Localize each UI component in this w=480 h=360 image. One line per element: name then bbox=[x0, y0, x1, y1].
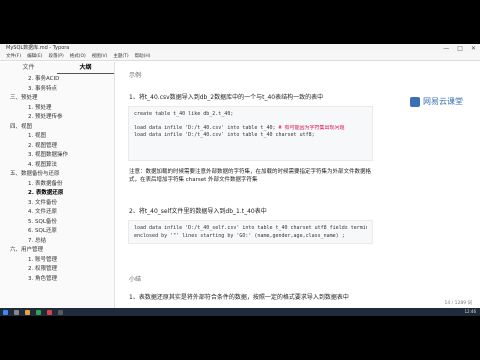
logo-text: 网易云课堂 bbox=[423, 97, 463, 106]
logo-icon bbox=[410, 96, 420, 107]
menu-file[interactable]: 文件(F) bbox=[6, 53, 21, 60]
outline-item[interactable]: 3. 视图数据操作 bbox=[0, 151, 114, 161]
menu-help[interactable]: 帮助(H) bbox=[135, 53, 151, 60]
netease-cloud-class-logo: 网易云课堂 bbox=[410, 96, 463, 107]
outline-item[interactable]: 1. 预处理 bbox=[0, 104, 114, 114]
outline-item[interactable]: 3. 角色管理 bbox=[0, 275, 114, 285]
outline-item[interactable]: 5. SQL备份 bbox=[0, 218, 114, 228]
outline-item[interactable]: 3. 文件备份 bbox=[0, 199, 114, 209]
letterbox-top bbox=[0, 0, 480, 44]
menu-bar: 文件(F) 编辑(E) 段落(P) 格式(O) 视图(V) 主题(T) 帮助(H… bbox=[0, 53, 480, 61]
menu-view[interactable]: 视图(V) bbox=[92, 53, 108, 60]
outline-item[interactable]: 2. 视图管理 bbox=[0, 142, 114, 152]
outline-item[interactable]: 五、数据备份与还原 bbox=[0, 170, 114, 180]
tab-files[interactable]: 文件 bbox=[0, 62, 57, 74]
outline-item[interactable]: 2. 表数据还原 bbox=[0, 189, 114, 199]
outline-list: 2. 事务ACID 3. 事务特点 三、预处理 1. 预处理 2. 预处理传参 四、视图 1… bbox=[0, 75, 114, 284]
app-icon[interactable] bbox=[47, 309, 52, 315]
menu-paragraph[interactable]: 段落(P) bbox=[48, 53, 63, 60]
code-line: load data infile 'D:/t_40.csv' into tabl… bbox=[134, 132, 315, 138]
tab-outline[interactable]: 大纲 bbox=[57, 62, 114, 74]
outline-item[interactable]: 7. 总结 bbox=[0, 237, 114, 247]
app-icon[interactable] bbox=[36, 309, 41, 315]
menu-format[interactable]: 格式(O) bbox=[70, 53, 86, 60]
code-block-1[interactable]: create table t_40 like db_2.t_40; load d… bbox=[128, 106, 373, 161]
title-bar: MySQL数据库.md - Typora — □ ✕ bbox=[0, 44, 480, 53]
summary-text: 1、表数据还原其实是将外部符合条件的数据，按照一定的格式要求导入到数据表中 bbox=[129, 294, 349, 301]
outline-item[interactable]: 2. 权限管理 bbox=[0, 265, 114, 275]
outline-item[interactable]: 4. 视图算法 bbox=[0, 161, 114, 171]
code-line: enclosed by '"' lines starting by 'GO:' … bbox=[134, 232, 345, 239]
menu-theme[interactable]: 主题(T) bbox=[113, 53, 128, 60]
maximize-button[interactable]: □ bbox=[457, 44, 463, 53]
section-example: 示例 bbox=[129, 72, 142, 79]
explorer-icon[interactable] bbox=[25, 309, 30, 315]
outline-item[interactable]: 1. 视图 bbox=[0, 132, 114, 142]
minimize-button[interactable]: — bbox=[443, 44, 449, 53]
sidebar: 文件 大纲 2. 事务ACID 3. 事务特点 三、预处理 1. 预处理 2. 预处理传… bbox=[0, 62, 115, 308]
system-clock: 12:46 bbox=[464, 309, 476, 314]
section-summary: 小结 bbox=[129, 276, 142, 283]
outline-item[interactable]: 三、预处理 bbox=[0, 94, 114, 104]
step-2-text: 2、将t_40_self文件里的数据导入到db_1.t_40表中 bbox=[129, 208, 267, 215]
code-comment: # 有可能因为字符集出现问题 bbox=[278, 124, 345, 131]
search-icon[interactable] bbox=[14, 309, 19, 315]
letterbox-bottom bbox=[0, 316, 480, 360]
start-icon[interactable] bbox=[3, 309, 8, 315]
typora-icon[interactable] bbox=[58, 309, 63, 315]
taskbar: 12:46 bbox=[0, 308, 480, 316]
code-line: create table t_40 like db_2.t_40; bbox=[134, 111, 234, 117]
outline-item[interactable]: 2. 预处理传参 bbox=[0, 113, 114, 123]
outline-item[interactable]: 3. 事务特点 bbox=[0, 85, 114, 95]
outline-item[interactable]: 2. 事务ACID bbox=[0, 75, 114, 85]
code-block-2[interactable]: load data infile 'D:/t_40_self.csv' into… bbox=[128, 220, 373, 244]
close-button[interactable]: ✕ bbox=[471, 44, 476, 53]
sidebar-tabs: 文件 大纲 bbox=[0, 62, 114, 74]
code-line: load data infile 'D:/t_40_self.csv' into… bbox=[134, 225, 367, 231]
window-title: MySQL数据库.md - Typora bbox=[6, 45, 70, 51]
outline-item[interactable]: 6. SQL还原 bbox=[0, 227, 114, 237]
code-text: load data infile 'D:/t_40.csv' into tabl… bbox=[134, 124, 276, 131]
typora-window: MySQL数据库.md - Typora — □ ✕ 文件(F) 编辑(E) 段… bbox=[0, 44, 480, 316]
window-controls: — □ ✕ bbox=[443, 44, 476, 53]
screen: MySQL数据库.md - Typora — □ ✕ 文件(F) 编辑(E) 段… bbox=[0, 0, 480, 360]
outline-item[interactable]: 四、视图 bbox=[0, 123, 114, 133]
outline-item[interactable]: 4. 文件还原 bbox=[0, 208, 114, 218]
outline-item[interactable]: 1. 表数据备份 bbox=[0, 180, 114, 190]
outline-item[interactable]: 1. 账号管理 bbox=[0, 256, 114, 266]
outline-item[interactable]: 六、用户管理 bbox=[0, 246, 114, 256]
code-line: load data infile 'D:/t_40.csv' into tabl… bbox=[134, 125, 367, 133]
word-count: 14 / 1289 词 bbox=[444, 301, 473, 306]
note-text: 注意：数据加载的时候需要注意外部数据的字符集，在加载的时候需要指定字符集为外部文… bbox=[129, 169, 372, 183]
menu-edit[interactable]: 编辑(E) bbox=[27, 53, 42, 60]
step-1-text: 1、将t_40.csv数据导入到db_2数据库中的一个与t_40表结构一致的表中 bbox=[129, 94, 324, 101]
